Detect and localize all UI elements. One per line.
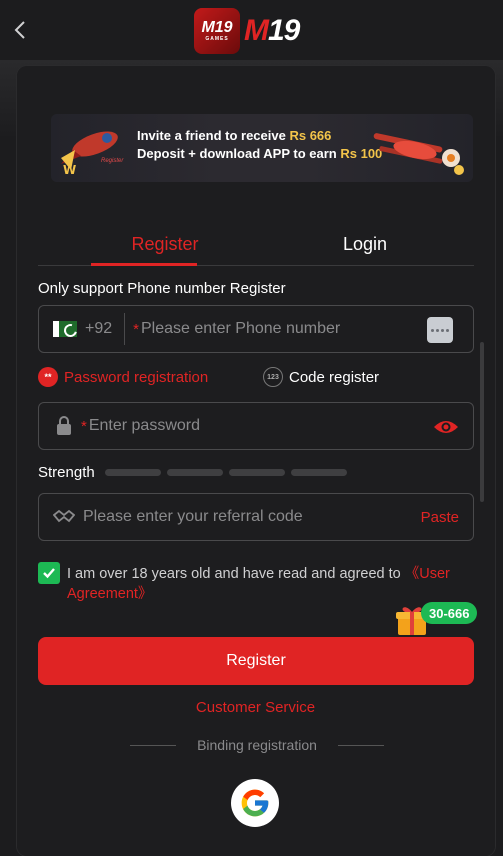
svg-text:W: W xyxy=(63,163,76,176)
banner-line-1: Invite a friend to receive Rs 666 xyxy=(137,128,331,143)
tab-login[interactable]: Login xyxy=(256,222,474,266)
agreement-text-body: I am over 18 years old and have read and… xyxy=(67,566,401,582)
back-button[interactable] xyxy=(8,14,32,46)
customer-service-link[interactable]: Customer Service xyxy=(0,699,503,716)
banner-line-1-amount: Rs 666 xyxy=(289,128,332,143)
divider-line xyxy=(130,744,176,746)
strength-bar xyxy=(104,468,161,476)
handshake-icon xyxy=(53,509,75,523)
agree-checkbox[interactable] xyxy=(38,562,60,584)
active-tab-indicator xyxy=(91,263,197,266)
divider-line xyxy=(337,744,384,746)
register-note: Only support Phone number Register xyxy=(38,280,286,297)
bonus-badge: 30-666 xyxy=(421,602,478,624)
app-logo: M19 GAMES M19 xyxy=(194,8,300,54)
phone-field[interactable]: +92 * Please enter Phone number xyxy=(38,305,474,353)
logo-wordmark: M19 xyxy=(244,14,300,48)
password-option-label: Password registration xyxy=(64,368,209,386)
pakistan-flag-icon xyxy=(53,321,77,337)
required-asterisk: * xyxy=(81,417,87,435)
password-registration-option[interactable]: ** Password registration xyxy=(38,366,208,388)
country-code[interactable]: +92 xyxy=(85,320,112,338)
agreement-text: I am over 18 years old and have read and… xyxy=(67,564,477,604)
banner-line-1-text: Invite a friend to receive xyxy=(137,128,286,143)
banner-register-tag: Register xyxy=(101,158,124,164)
code-register-option[interactable]: 123 Code register xyxy=(263,366,379,388)
register-button[interactable]: Register xyxy=(38,637,474,685)
strength-bar xyxy=(290,468,347,476)
auth-tabs: Register Login xyxy=(38,222,474,266)
phone-input[interactable]: Please enter Phone number xyxy=(141,320,340,338)
code-option-icon: 123 xyxy=(263,367,283,387)
lock-icon xyxy=(57,416,71,435)
rocket-plane-icon: W xyxy=(61,131,118,176)
referral-field[interactable]: Please enter your referral code Paste xyxy=(38,493,474,541)
strength-label: Strength xyxy=(38,463,95,481)
password-field[interactable]: * Enter password xyxy=(38,402,474,450)
strength-bar xyxy=(228,468,285,476)
banner-line-2-text: Deposit + download APP to earn xyxy=(137,146,337,161)
code-option-label: Code register xyxy=(289,368,380,386)
strength-bar xyxy=(166,468,223,476)
required-asterisk: * xyxy=(133,320,139,338)
password-strength: Strength xyxy=(38,463,347,481)
logo-wordmark-19: 19 xyxy=(268,14,300,47)
binding-divider: Binding registration xyxy=(130,736,384,754)
banner-line-2: Deposit + download APP to earn Rs 100 xyxy=(137,146,382,161)
field-divider xyxy=(124,313,126,345)
google-icon xyxy=(241,789,269,817)
password-input[interactable]: Enter password xyxy=(89,417,200,435)
promo-banner[interactable]: W Register Invite a friend to receive Rs… xyxy=(51,114,473,182)
logo-badge: M19 GAMES xyxy=(194,8,240,54)
keyboard-icon[interactable] xyxy=(427,317,453,343)
logo-wordmark-m: M xyxy=(244,14,269,47)
password-option-icon: ** xyxy=(38,367,58,387)
referral-input[interactable]: Please enter your referral code xyxy=(83,508,303,526)
binding-label: Binding registration xyxy=(197,737,317,753)
logo-badge-sub: GAMES xyxy=(205,36,229,42)
logo-badge-text: M19 xyxy=(201,19,233,36)
google-login-button[interactable] xyxy=(231,779,279,827)
eye-icon[interactable] xyxy=(433,418,459,436)
scrollbar[interactable] xyxy=(480,342,484,502)
checkmark-icon xyxy=(43,568,55,579)
tab-register[interactable]: Register xyxy=(56,222,274,266)
chevron-left-icon xyxy=(14,21,25,39)
biplane-icon xyxy=(373,133,464,175)
paste-button[interactable]: Paste xyxy=(421,509,459,526)
